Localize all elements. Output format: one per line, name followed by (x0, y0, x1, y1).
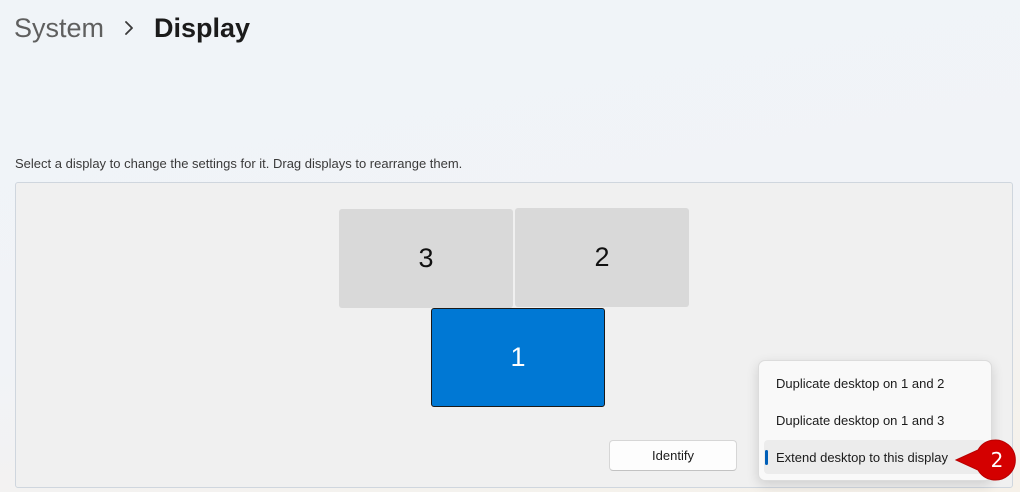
menu-item-extend-desktop[interactable]: Extend desktop to this display (764, 440, 986, 474)
monitor-2-label: 2 (594, 242, 610, 272)
menu-item-label: Duplicate desktop on 1 and 3 (776, 412, 945, 428)
arrange-instructions: Select a display to change the settings … (15, 156, 463, 171)
selected-indicator (765, 450, 768, 465)
menu-item-label: Extend desktop to this display (776, 449, 948, 465)
monitor-2[interactable]: 2 (515, 208, 689, 307)
breadcrumb-system-link[interactable]: System (14, 13, 104, 44)
monitor-3-label: 3 (418, 243, 434, 273)
identify-button[interactable]: Identify (609, 440, 737, 471)
step-number: 2 (990, 448, 1004, 472)
page-title: Display (154, 12, 251, 43)
menu-item-duplicate-1-2[interactable]: Duplicate desktop on 1 and 2 (764, 366, 986, 400)
step-callout-badge: 2 (954, 438, 1018, 482)
monitor-1[interactable]: 1 (431, 308, 605, 407)
chevron-right-icon (120, 19, 138, 37)
monitor-1-label: 1 (510, 342, 526, 372)
menu-item-label: Duplicate desktop on 1 and 2 (776, 375, 945, 391)
menu-item-duplicate-1-3[interactable]: Duplicate desktop on 1 and 3 (764, 403, 986, 437)
breadcrumb: System Display (14, 8, 250, 48)
monitor-3[interactable]: 3 (339, 209, 513, 308)
